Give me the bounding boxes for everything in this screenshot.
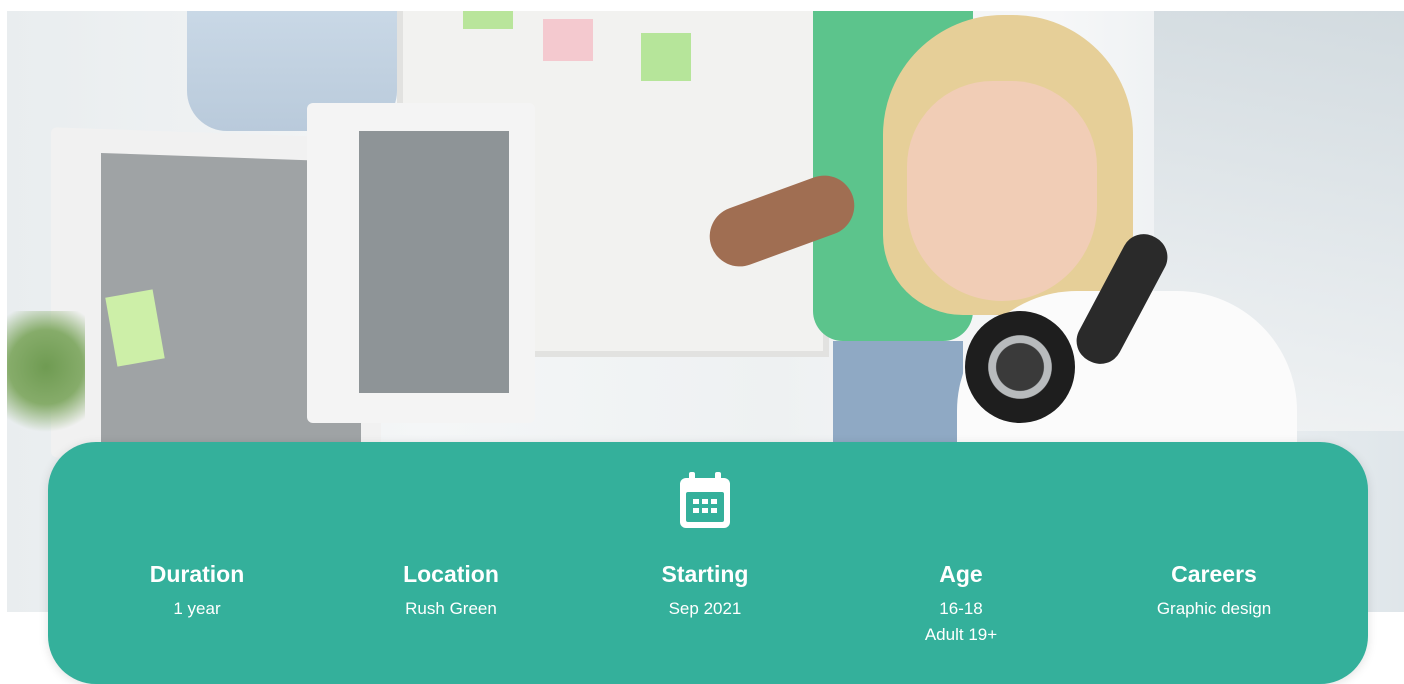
info-label: Age — [939, 561, 983, 587]
info-value: Rush Green — [405, 599, 497, 618]
info-label: Careers — [1171, 561, 1257, 587]
info-value: 16-18 — [939, 599, 983, 618]
info-label: Duration — [149, 561, 245, 587]
info-items: Duration 1 year Location Rush Green Star… — [48, 560, 1368, 670]
info-value: Adult 19+ — [924, 625, 998, 644]
info-label: Location — [403, 561, 499, 587]
sticky-note — [543, 19, 593, 61]
monitor-screen — [359, 131, 509, 393]
info-value: Sep 2021 — [668, 599, 742, 618]
course-info-card: Duration 1 year Location Rush Green Star… — [48, 442, 1368, 684]
info-item-location: Location Rush Green — [341, 560, 561, 622]
student-face — [907, 81, 1097, 301]
computer-monitor — [307, 103, 535, 423]
info-value: 1 year — [173, 599, 221, 618]
headphones — [965, 311, 1075, 423]
plant — [7, 311, 85, 451]
info-item-duration: Duration 1 year — [87, 560, 307, 622]
info-value: Graphic design — [1156, 599, 1272, 618]
sticky-note — [641, 33, 691, 81]
sticky-note — [463, 11, 513, 29]
calendar-icon — [680, 472, 730, 528]
info-item-starting: Starting Sep 2021 — [595, 560, 815, 622]
info-item-careers: Careers Graphic design — [1104, 560, 1324, 622]
info-item-age: Age 16-18 Adult 19+ — [851, 560, 1071, 648]
info-label: Starting — [661, 561, 749, 587]
